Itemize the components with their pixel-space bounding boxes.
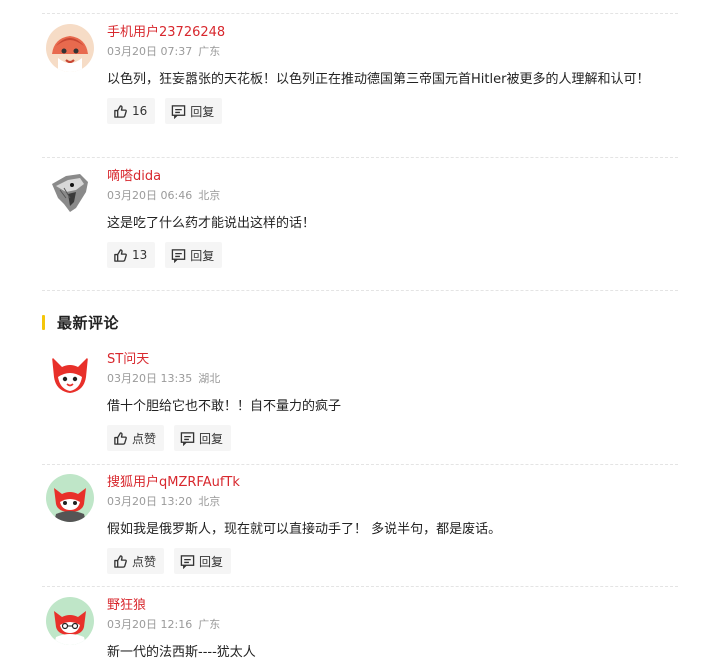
comment-meta: 03月20日 07:37 广东 (107, 44, 677, 60)
avatar[interactable] (46, 351, 94, 399)
comment-location: 北京 (198, 495, 221, 508)
comment-content: 借十个胆给它也不敢！！自不量力的疯子 (107, 399, 342, 414)
comment-meta: 03月20日 06:46 北京 (107, 188, 677, 204)
comment-icon (180, 554, 195, 569)
reply-button[interactable]: 回复 (165, 242, 223, 268)
reply-label: 回复 (199, 554, 224, 569)
divider (42, 13, 678, 14)
username[interactable]: ST问天 (107, 351, 677, 369)
comment-icon (180, 431, 195, 446)
comment-content: 这是吃了什么药才能说出这样的话！ (107, 216, 316, 231)
username[interactable]: 手机用户23726248 (107, 24, 677, 42)
like-label: 点赞 (132, 554, 157, 569)
thumb-up-icon (113, 554, 128, 569)
comment-icon (171, 104, 186, 119)
like-button[interactable]: 13 (107, 242, 156, 268)
reply-button[interactable]: 回复 (174, 425, 232, 451)
divider (42, 157, 678, 158)
divider (42, 464, 678, 465)
avatar[interactable] (46, 597, 94, 645)
comment-time: 03月20日 07:37 (107, 45, 193, 58)
comment-meta: 03月20日 13:35 湖北 (107, 371, 677, 387)
comment-actions: 点赞 回复 (107, 548, 677, 574)
username[interactable]: 嘀嗒dida (107, 168, 677, 186)
divider (42, 290, 678, 291)
comment-time: 03月20日 13:35 (107, 372, 193, 385)
comment-time: 03月20日 13:20 (107, 495, 193, 508)
reply-label: 回复 (199, 431, 224, 446)
comment-actions: 16 回复 (107, 98, 677, 124)
comment-actions: 13 回复 (107, 242, 677, 268)
like-count: 13 (132, 248, 148, 262)
username[interactable]: 搜狐用户qMZRFAufTk (107, 474, 677, 492)
reply-label: 回复 (190, 104, 215, 119)
section-title: 最新评论 (57, 313, 120, 332)
divider (42, 586, 678, 587)
section-accent-bar (42, 314, 45, 330)
comment-time: 03月20日 12:16 (107, 618, 193, 631)
comment-location: 北京 (198, 189, 221, 202)
comment-meta: 03月20日 13:20 北京 (107, 494, 677, 510)
like-button[interactable]: 点赞 (107, 425, 165, 451)
comment-icon (171, 248, 186, 263)
reply-button[interactable]: 回复 (165, 98, 223, 124)
like-label: 点赞 (132, 431, 157, 446)
avatar[interactable] (46, 168, 94, 216)
avatar[interactable] (46, 24, 94, 72)
comment-content: 假如我是俄罗斯人，现在就可以直接动手了！ 多说半句，都是废话。 (107, 522, 502, 537)
comment-time: 03月20日 06:46 (107, 189, 193, 202)
avatar[interactable] (46, 474, 94, 522)
thumb-up-icon (113, 248, 128, 263)
username[interactable]: 野狂狼 (107, 597, 677, 615)
comment-location: 广东 (198, 618, 221, 631)
thumb-up-icon (113, 104, 128, 119)
comment-content: 新一代的法西斯----犹太人 (107, 645, 256, 660)
thumb-up-icon (113, 431, 128, 446)
like-button[interactable]: 16 (107, 98, 156, 124)
comment-meta: 03月20日 12:16 广东 (107, 617, 677, 633)
like-count: 16 (132, 104, 148, 118)
comment-content: 以色列，狂妄嚣张的天花板！以色列正在推动德国第三帝国元首Hitler被更多的人理… (107, 72, 650, 87)
like-button[interactable]: 点赞 (107, 548, 165, 574)
comment-location: 广东 (198, 45, 221, 58)
section-header-latest: 最新评论 (42, 310, 119, 334)
comment-location: 湖北 (198, 372, 221, 385)
reply-label: 回复 (190, 248, 215, 263)
reply-button[interactable]: 回复 (174, 548, 232, 574)
comment-actions: 点赞 回复 (107, 425, 677, 451)
